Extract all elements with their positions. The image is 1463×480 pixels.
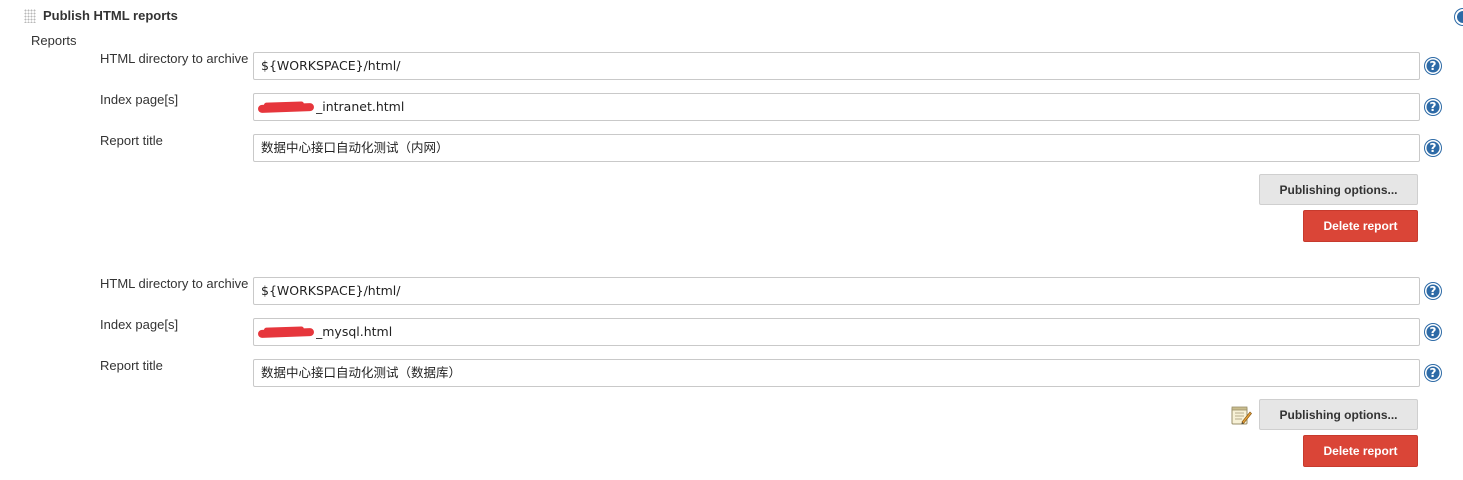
html-directory-label: HTML directory to archive	[100, 51, 249, 66]
index-pages-label: Index page[s]	[100, 92, 179, 107]
index-pages-input[interactable]	[253, 93, 1420, 121]
report-title-label: Report title	[100, 358, 163, 373]
section-help-icon[interactable]	[1455, 9, 1463, 25]
reports-label: Reports	[31, 33, 77, 48]
index-pages-input[interactable]	[253, 318, 1420, 346]
publishing-options-button[interactable]: Publishing options...	[1259, 399, 1418, 430]
notepad-icon[interactable]	[1230, 404, 1252, 426]
report-title-label: Report title	[100, 133, 163, 148]
html-directory-input[interactable]	[253, 52, 1420, 80]
help-icon[interactable]: ?	[1425, 58, 1441, 74]
report-title-input[interactable]	[253, 134, 1420, 162]
help-icon[interactable]: ?	[1425, 283, 1441, 299]
html-directory-label: HTML directory to archive	[100, 276, 249, 291]
help-icon[interactable]: ?	[1425, 99, 1441, 115]
publishing-options-button[interactable]: Publishing options...	[1259, 174, 1418, 205]
drag-handle-icon[interactable]	[24, 9, 36, 23]
delete-report-button[interactable]: Delete report	[1303, 210, 1418, 242]
help-icon[interactable]: ?	[1425, 324, 1441, 340]
help-icon[interactable]: ?	[1425, 140, 1441, 156]
delete-report-button[interactable]: Delete report	[1303, 435, 1418, 467]
section-title: Publish HTML reports	[43, 8, 178, 23]
index-pages-label: Index page[s]	[100, 317, 179, 332]
help-icon[interactable]: ?	[1425, 365, 1441, 381]
html-directory-input[interactable]	[253, 277, 1420, 305]
report-title-input[interactable]	[253, 359, 1420, 387]
